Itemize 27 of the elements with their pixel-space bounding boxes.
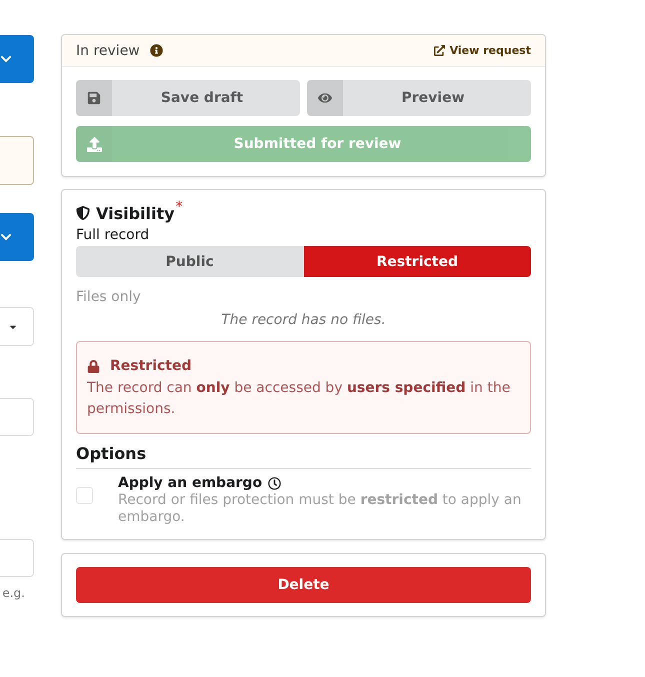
empty-note: The record has no files. bbox=[220, 311, 387, 329]
help-text: e.g. bbox=[2, 586, 25, 600]
options-heading: Options bbox=[76, 444, 531, 469]
preview-button[interactable]: Preview bbox=[307, 80, 531, 116]
chevron-down-icon bbox=[0, 231, 12, 243]
lock-icon bbox=[87, 360, 100, 372]
save-draft-button[interactable]: Save draft bbox=[76, 80, 300, 116]
message-title: Restricted bbox=[110, 358, 192, 374]
delete-button[interactable]: Delete bbox=[76, 567, 531, 603]
option-description: Record or files protection must be restricted to apply an embargo. bbox=[118, 492, 522, 526]
eye-icon bbox=[318, 91, 332, 105]
status-label: In review bbox=[76, 42, 140, 58]
section-title: Visibility bbox=[96, 204, 175, 222]
field-label: Full record bbox=[76, 226, 150, 245]
field-label: Files only bbox=[76, 288, 142, 307]
chevron-down-icon bbox=[0, 53, 12, 65]
info-icon[interactable] bbox=[150, 44, 163, 57]
view-request-link[interactable]: View request bbox=[434, 44, 531, 57]
option-label: Apply an embargo bbox=[118, 475, 262, 491]
upload-icon bbox=[86, 136, 102, 152]
visibility-option[interactable]: Restricted bbox=[304, 246, 531, 277]
visibility-option[interactable]: Public bbox=[76, 246, 304, 277]
external-link-icon bbox=[434, 45, 445, 56]
clock-icon bbox=[268, 476, 282, 490]
shield-icon bbox=[76, 206, 90, 220]
message-text: The record can only be accessed by users specified in the permissions. bbox=[87, 379, 512, 419]
required-mark: * bbox=[176, 199, 183, 215]
